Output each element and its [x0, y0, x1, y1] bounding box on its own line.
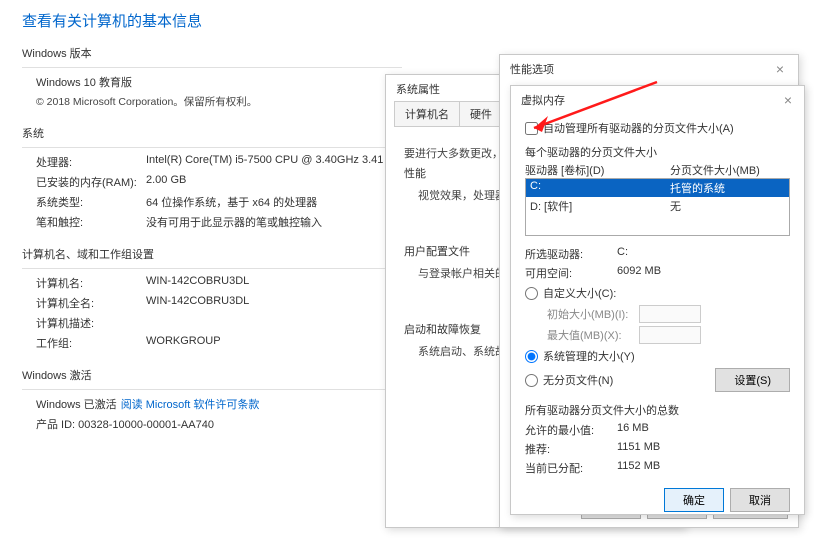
pagefile-column-header: 分页文件大小(MB) — [670, 162, 760, 178]
drive-listbox[interactable]: C: 托管的系统 D: [软件] 无 — [525, 178, 790, 236]
max-size-label: 最大值(MB)(X): — [547, 327, 639, 343]
ok-button[interactable]: 确定 — [664, 488, 724, 512]
cname-value: WIN-142COBRU3DL — [146, 275, 249, 291]
cdesc-label: 计算机描述: — [36, 315, 146, 331]
divider — [22, 67, 402, 68]
divider — [22, 147, 402, 148]
activated-text: Windows 已激活 — [36, 396, 117, 412]
drive-cell: D: [软件] — [530, 198, 670, 214]
min-allowed-value: 16 MB — [617, 422, 649, 438]
page-title: 查看有关计算机的基本信息 — [22, 10, 792, 31]
dialog-title: 虚拟内存 — [521, 92, 565, 108]
dialog-title: 系统属性 — [396, 81, 440, 97]
pen-value: 没有可用于此显示器的笔或触控输入 — [146, 214, 322, 230]
no-pagefile-label: 无分页文件(N) — [543, 372, 613, 388]
read-license-link[interactable]: 阅读 Microsoft 软件许可条款 — [121, 396, 260, 412]
processor-value: Intel(R) Core(TM) i5-7500 CPU @ 3.40GHz … — [146, 154, 408, 170]
processor-label: 处理器: — [36, 154, 146, 170]
selected-drive-label: 所选驱动器: — [525, 246, 617, 262]
divider — [22, 389, 402, 390]
max-size-input[interactable] — [639, 326, 701, 344]
each-drive-heading: 每个驱动器的分页文件大小 — [525, 144, 790, 160]
cfull-label: 计算机全名: — [36, 295, 146, 311]
pen-label: 笔和触控: — [36, 214, 146, 230]
dialog-title: 性能选项 — [510, 61, 554, 77]
drive-cell: C: — [530, 180, 670, 196]
initial-size-input[interactable] — [639, 305, 701, 323]
set-button[interactable]: 设置(S) — [715, 368, 790, 392]
recommended-value: 1151 MB — [617, 441, 660, 457]
no-pagefile-radio[interactable] — [525, 374, 538, 387]
wg-label: 工作组: — [36, 335, 146, 351]
min-allowed-label: 允许的最小值: — [525, 422, 617, 438]
wg-value: WORKGROUP — [146, 335, 221, 351]
pagefile-cell: 托管的系统 — [670, 180, 725, 196]
edition-value: Windows 10 教育版 — [36, 74, 132, 90]
cfull-value: WIN-142COBRU3DL — [146, 295, 249, 311]
selected-drive-value: C: — [617, 246, 628, 262]
initial-size-label: 初始大小(MB)(I): — [547, 306, 639, 322]
systype-label: 系统类型: — [36, 194, 146, 210]
system-managed-radio[interactable] — [525, 350, 538, 363]
cname-label: 计算机名: — [36, 275, 146, 291]
drive-column-header: 驱动器 [卷标](D) — [525, 162, 670, 178]
virtual-memory-dialog: 虚拟内存 × 自动管理所有驱动器的分页文件大小(A) 每个驱动器的分页文件大小 … — [510, 85, 805, 515]
tab-hardware[interactable]: 硬件 — [459, 101, 503, 126]
product-id: 产品 ID: 00328-10000-00001-AA740 — [36, 416, 214, 432]
cancel-button[interactable]: 取消 — [730, 488, 790, 512]
auto-manage-label: 自动管理所有驱动器的分页文件大小(A) — [543, 120, 734, 136]
available-space-label: 可用空间: — [525, 265, 617, 281]
ram-label: 已安装的内存(RAM): — [36, 174, 146, 190]
available-space-value: 6092 MB — [617, 265, 661, 281]
ram-value: 2.00 GB — [146, 174, 186, 190]
system-managed-label: 系统管理的大小(Y) — [543, 348, 635, 364]
current-allocated-value: 1152 MB — [617, 460, 660, 476]
tab-computer-name[interactable]: 计算机名 — [394, 101, 460, 126]
close-icon[interactable]: × — [780, 92, 796, 108]
custom-size-radio[interactable] — [525, 287, 538, 300]
divider — [22, 268, 402, 269]
drive-row[interactable]: D: [软件] 无 — [526, 197, 789, 215]
custom-size-label: 自定义大小(C): — [543, 285, 616, 301]
current-allocated-label: 当前已分配: — [525, 460, 617, 476]
pagefile-cell: 无 — [670, 198, 681, 214]
close-icon[interactable]: × — [772, 61, 788, 77]
totals-heading: 所有驱动器分页文件大小的总数 — [525, 402, 790, 418]
recommended-label: 推荐: — [525, 441, 617, 457]
systype-value: 64 位操作系统，基于 x64 的处理器 — [146, 194, 317, 210]
drive-row[interactable]: C: 托管的系统 — [526, 179, 789, 197]
auto-manage-checkbox[interactable] — [525, 122, 538, 135]
